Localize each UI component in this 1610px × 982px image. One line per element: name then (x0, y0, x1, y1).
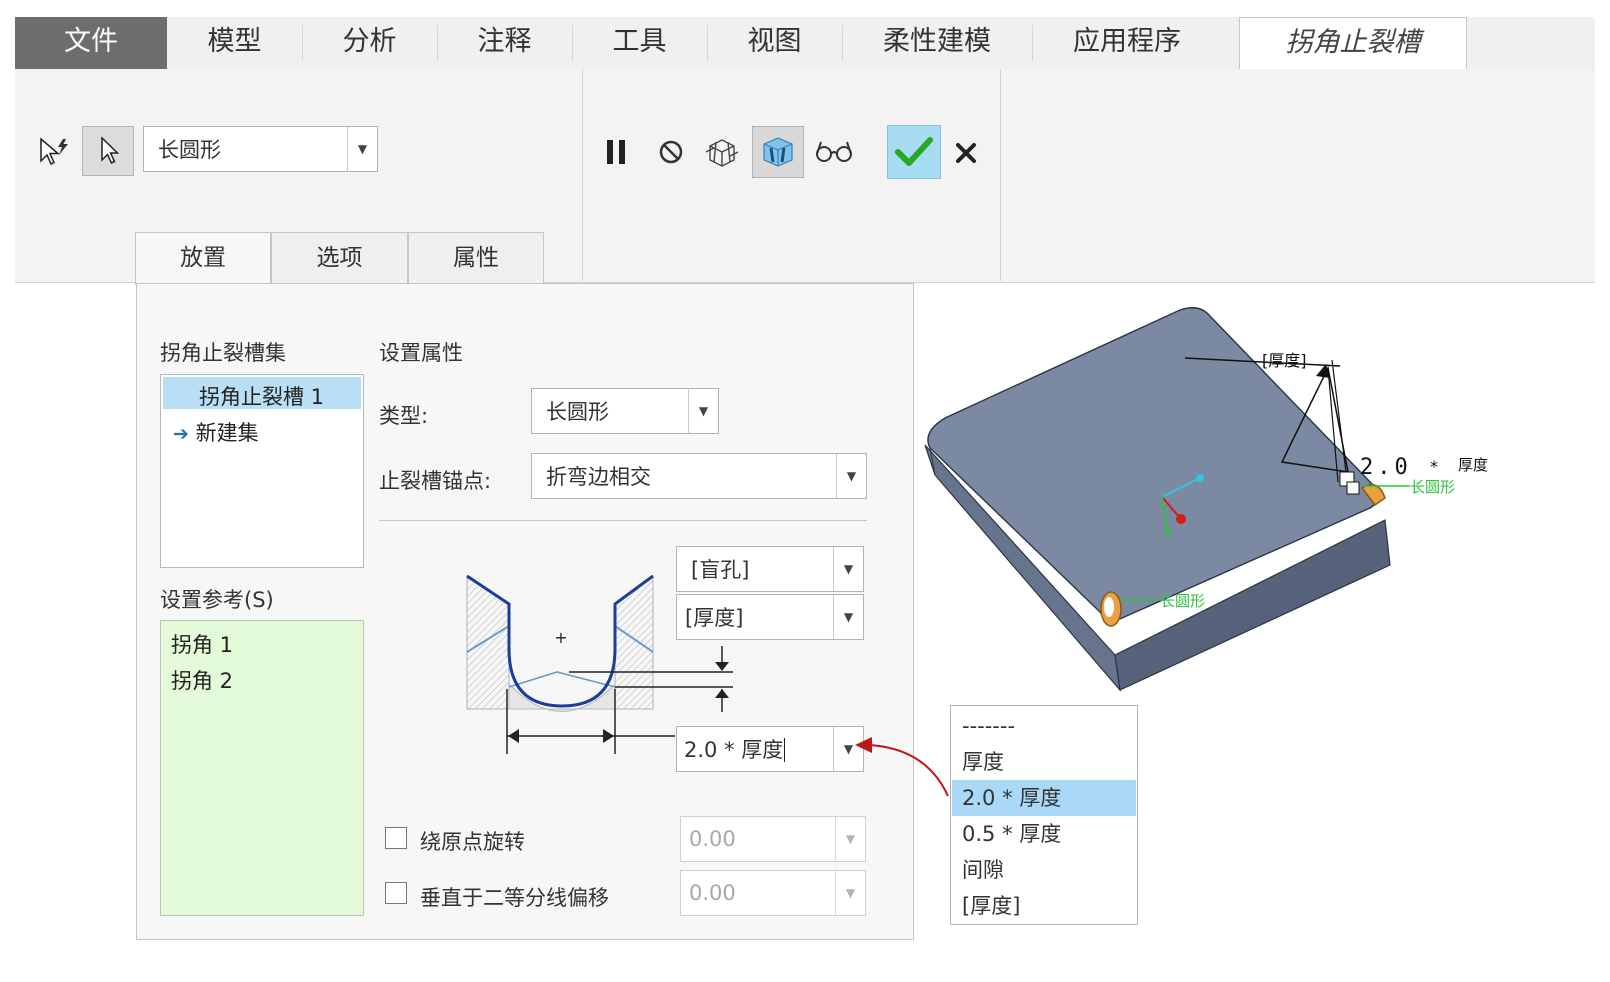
ribbon-divider (582, 69, 583, 281)
references-list[interactable]: 拐角 1 拐角 2 (160, 620, 364, 916)
diagram-origin-mark: + (554, 628, 567, 647)
offset-value: 0.00 (689, 881, 736, 905)
width-value: 2.0 * 厚度 (684, 738, 786, 762)
depth-type-value: [盲孔] (691, 558, 750, 582)
shape-type-select[interactable]: 长圆形 ▼ (143, 126, 378, 172)
list-item[interactable]: 拐角止裂槽 1 (199, 381, 324, 411)
tab-flexible-modeling[interactable]: 柔性建模 (842, 17, 1032, 69)
depth-type-select[interactable]: [盲孔] ▼ (676, 546, 864, 592)
anchor-label: 止裂槽锚点: (379, 469, 492, 493)
cancel-x-icon[interactable] (950, 136, 982, 170)
select-arrow-icon[interactable] (82, 126, 134, 176)
tab-placement[interactable]: 放置 (135, 232, 271, 285)
width-options-dropdown: ------- 厚度 2.0 * 厚度 0.5 * 厚度 间隙 [厚度] (950, 705, 1138, 925)
menu-bar: 文件 模型 分析 注释 工具 视图 柔性建模 应用程序 拐角止裂槽 (15, 17, 1595, 70)
dropdown-option[interactable]: 间隙 (952, 852, 1136, 888)
dropdown-option[interactable]: 厚度 (952, 744, 1136, 780)
dim-unit-text: 厚度 (1458, 456, 1488, 474)
tab-analysis[interactable]: 分析 (302, 17, 437, 69)
new-set-item[interactable]: ➔ 新建集 (173, 417, 259, 447)
offset-value-input[interactable]: 0.00 ▼ (680, 870, 866, 916)
pause-icon[interactable] (598, 133, 634, 171)
tab-options[interactable]: 选项 (271, 232, 408, 284)
depth-value: [厚度] (685, 606, 744, 630)
list-item[interactable]: 拐角 2 (171, 665, 233, 695)
rotate-checkbox[interactable] (385, 827, 407, 849)
shape-label-corner-1: 长圆形 (1160, 592, 1205, 610)
rotate-label: 绕原点旋转 (420, 830, 525, 854)
dropdown-option-selected[interactable]: 2.0 * 厚度 (952, 780, 1136, 816)
relief-anchor-value: 折弯边相交 (546, 465, 651, 489)
dropdown-option[interactable]: ------- (952, 708, 1136, 744)
confirm-check-icon[interactable] (887, 125, 941, 179)
relief-type-select[interactable]: 长圆形 ▼ (531, 388, 719, 434)
new-set-label: 新建集 (195, 421, 259, 445)
glasses-icon[interactable] (812, 132, 856, 170)
properties-title: 设置属性 (379, 341, 463, 365)
dim-thickness-label: [厚度] (1262, 351, 1307, 370)
ribbon-divider (1000, 69, 1001, 281)
chevron-down-icon[interactable]: ▼ (833, 595, 863, 639)
offset-checkbox[interactable] (385, 882, 407, 904)
wireframe-preview-icon[interactable] (700, 130, 744, 174)
tab-applications[interactable]: 应用程序 (1032, 17, 1222, 69)
chevron-down-icon[interactable]: ▼ (836, 454, 866, 498)
model-viewport[interactable]: [厚度] 2.0 * 厚度 长圆形 长圆形 (900, 290, 1600, 710)
arrow-right-icon: ➔ (173, 423, 189, 445)
dropdown-option[interactable]: [厚度] (952, 888, 1136, 924)
tab-annotate[interactable]: 注释 (437, 17, 572, 69)
relief-set-list: 拐角止裂槽 1 ➔ 新建集 (160, 374, 364, 568)
chevron-down-icon[interactable]: ▼ (347, 127, 377, 171)
tab-view[interactable]: 视图 (707, 17, 842, 69)
width-value-input[interactable]: 2.0 * 厚度 ▼ (676, 726, 864, 772)
relief-type-value: 长圆形 (546, 400, 609, 424)
references-title: 设置参考(S) (160, 588, 274, 612)
smart-select-icon[interactable] (34, 132, 74, 172)
chevron-down-icon[interactable]: ▼ (835, 817, 865, 861)
callout-arrow (855, 737, 949, 797)
dim-mult-text: * (1430, 457, 1438, 476)
chevron-down-icon[interactable]: ▼ (835, 871, 865, 915)
verify-preview-icon[interactable] (752, 126, 804, 178)
type-label: 类型: (379, 404, 429, 428)
tab-tools[interactable]: 工具 (572, 17, 707, 69)
tab-file[interactable]: 文件 (15, 17, 167, 69)
chevron-down-icon[interactable]: ▼ (688, 389, 718, 433)
list-item[interactable]: 拐角 1 (171, 629, 233, 659)
rotate-value-input[interactable]: 0.00 ▼ (680, 816, 866, 862)
placement-panel: 拐角止裂槽集 拐角止裂槽 1 ➔ 新建集 设置参考(S) 拐角 1 拐角 2 设… (136, 283, 914, 940)
chevron-down-icon[interactable]: ▼ (833, 547, 863, 591)
no-preview-icon[interactable] (652, 133, 690, 171)
shape-type-value: 长圆形 (158, 138, 221, 162)
section-divider (379, 520, 867, 521)
dropdown-option[interactable]: 0.5 * 厚度 (952, 816, 1136, 852)
relief-set-title: 拐角止裂槽集 (160, 341, 286, 365)
tab-model[interactable]: 模型 (167, 17, 302, 69)
rotate-value: 0.00 (689, 827, 736, 851)
depth-value-select[interactable]: [厚度] ▼ (676, 594, 864, 640)
tab-corner-relief[interactable]: 拐角止裂槽 (1239, 17, 1467, 70)
tab-properties[interactable]: 属性 (408, 232, 544, 284)
offset-label: 垂直于二等分线偏移 (420, 886, 609, 910)
dim-value-text: 2.0 (1360, 455, 1412, 480)
shape-label-corner-2: 长圆形 (1410, 478, 1455, 496)
relief-anchor-select[interactable]: 折弯边相交 ▼ (531, 453, 867, 499)
